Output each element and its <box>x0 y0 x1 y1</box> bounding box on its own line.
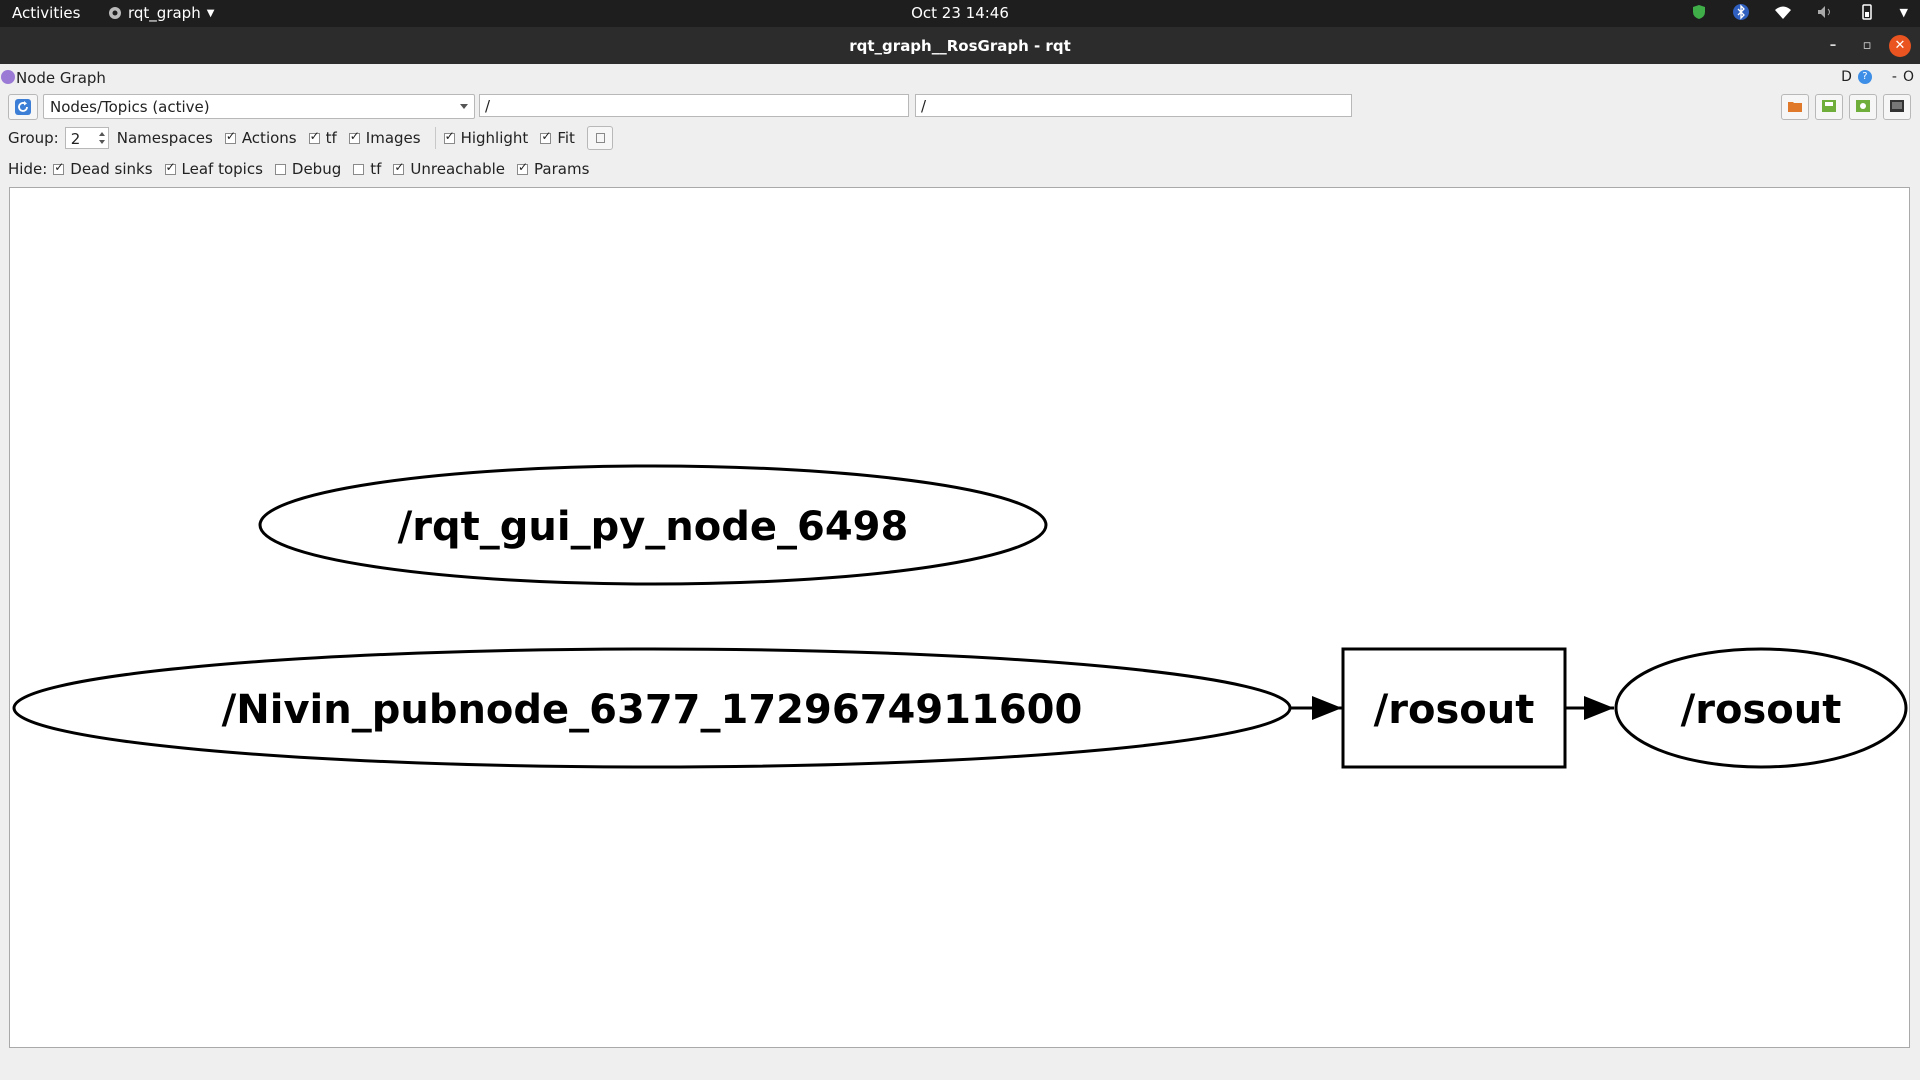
unreachable-checkbox[interactable]: Unreachable <box>393 160 505 178</box>
namespaces-checkbox[interactable]: Namespaces <box>117 129 213 147</box>
wifi-icon[interactable] <box>1774 3 1792 21</box>
hide-row: Hide: Dead sinks Leaf topics Debug tf Un… <box>8 157 1908 181</box>
plugin-icon <box>1 70 15 84</box>
system-tray[interactable]: ▼ <box>1690 3 1908 21</box>
chevron-down-icon: ▼ <box>206 7 215 19</box>
debug-label: Debug <box>291 160 342 178</box>
save-icon <box>1822 100 1836 112</box>
debug-checkbox[interactable]: Debug <box>274 160 342 178</box>
dock-button[interactable]: D <box>1841 69 1852 85</box>
minimize-plugin-button[interactable]: - <box>1892 69 1897 85</box>
leaf-topics-label: Leaf topics <box>181 160 263 178</box>
fit-checkbox[interactable]: Fit <box>540 129 575 147</box>
graph-canvas[interactable]: /rqt_gui_py_node_6498 /Nivin_pubnode_637… <box>9 187 1910 1048</box>
graph-toolbar: Nodes/Topics (active) <box>8 94 1912 120</box>
highlight-label: Highlight <box>460 129 529 147</box>
refresh-graph-button[interactable] <box>8 94 38 120</box>
checkbox-box[interactable] <box>517 160 528 175</box>
dead-sinks-label: Dead sinks <box>70 160 153 178</box>
checkbox-box[interactable] <box>353 163 365 175</box>
volume-muted-icon[interactable] <box>1816 3 1834 21</box>
bluetooth-icon[interactable] <box>1732 3 1750 21</box>
checkbox-box[interactable] <box>308 129 320 144</box>
leaf-topics-checkbox[interactable]: Leaf topics <box>164 160 263 178</box>
screenshot-icon <box>1890 100 1904 112</box>
refresh-icon <box>15 99 31 115</box>
dropdown-arrow-icon[interactable]: ▼ <box>1900 6 1908 19</box>
options-row: Group: 2 Namespaces Actions tf Images Hi… <box>8 126 1908 150</box>
save-dot-button[interactable] <box>1815 94 1843 120</box>
params-label: Params <box>534 160 590 178</box>
window-title-bar: rqt_graph__RosGraph - rqt – ▫ ✕ <box>0 27 1920 64</box>
node-label: /Nivin_pubnode_6377_1729674911600 <box>222 687 1083 733</box>
group-spinbox[interactable]: 2 <box>64 127 109 149</box>
plugin-header: Node Graph D ? - O <box>0 66 1920 90</box>
screenshot-button[interactable] <box>1883 94 1911 120</box>
graph-type-select[interactable]: Nodes/Topics (active) <box>43 94 475 119</box>
images-label: Images <box>365 129 421 147</box>
actions-checkbox[interactable]: Actions <box>224 129 297 147</box>
clock[interactable]: Oct 23 14:46 <box>911 4 1009 22</box>
namespaces-label: Namespaces <box>116 129 213 147</box>
tf-label: tf <box>325 129 337 147</box>
checkbox-box[interactable] <box>274 163 286 175</box>
checkbox-box[interactable] <box>540 129 551 144</box>
hide-label: Hide: <box>8 160 48 178</box>
topic-label: /rosout <box>1374 687 1535 733</box>
node-label: /rosout <box>1681 687 1842 733</box>
plugin-title: Node Graph <box>16 69 106 87</box>
spin-down-icon[interactable] <box>98 140 105 144</box>
unreachable-label: Unreachable <box>410 160 506 178</box>
separator <box>434 127 436 149</box>
app-menu-label: rqt_graph <box>128 4 201 22</box>
images-checkbox[interactable]: Images <box>348 129 421 147</box>
graph-topic-rosout[interactable]: /rosout <box>1341 647 1567 769</box>
system-top-bar: Activities rqt_graph ▼ Oct 23 14:46 ▼ <box>0 0 1920 27</box>
group-value: 2 <box>70 130 81 148</box>
hide-tf-checkbox[interactable]: tf <box>353 160 381 178</box>
help-icon[interactable]: ? <box>1857 70 1872 84</box>
node-label: /rqt_gui_py_node_6498 <box>398 504 909 550</box>
save-image-button[interactable] <box>1849 94 1877 120</box>
activities-button[interactable]: Activities <box>12 4 80 22</box>
minimize-window-button[interactable]: – <box>1822 35 1844 57</box>
app-menu[interactable]: rqt_graph ▼ <box>108 4 214 22</box>
graph-node-pubnode[interactable]: /Nivin_pubnode_6377_1729674911600 <box>12 647 1292 769</box>
checkbox-box[interactable] <box>53 160 64 175</box>
checkbox-box[interactable] <box>224 129 236 144</box>
graph-svg[interactable]: /rqt_gui_py_node_6498 /Nivin_pubnode_637… <box>10 188 1910 1048</box>
checkbox-box[interactable] <box>443 129 455 144</box>
close-plugin-button[interactable]: O <box>1903 69 1914 85</box>
load-dot-button[interactable] <box>1781 94 1809 120</box>
group-label: Group: <box>8 129 59 147</box>
highlight-checkbox[interactable]: Highlight <box>443 129 529 147</box>
fit-label: Fit <box>557 129 575 147</box>
chevron-down-icon <box>460 104 468 109</box>
image-save-icon <box>1856 100 1870 112</box>
checkbox-box[interactable] <box>348 129 360 144</box>
namespace-filter-input[interactable] <box>479 94 909 117</box>
close-window-button[interactable]: ✕ <box>1889 35 1911 57</box>
tf-checkbox[interactable]: tf <box>308 129 337 147</box>
hide-tf-label: tf <box>370 160 382 178</box>
checkbox-box[interactable] <box>393 160 404 175</box>
dead-sinks-checkbox[interactable]: Dead sinks <box>53 160 153 178</box>
shield-icon[interactable] <box>1690 3 1708 21</box>
app-icon <box>109 7 121 19</box>
graph-node-rosout[interactable]: /rosout <box>1614 647 1908 769</box>
actions-label: Actions <box>241 129 297 147</box>
checkbox-box[interactable] <box>164 160 176 175</box>
topic-filter-input[interactable] <box>915 94 1352 117</box>
fit-in-view-button[interactable] <box>586 126 613 150</box>
folder-icon <box>1788 102 1802 112</box>
restore-window-button[interactable]: ▫ <box>1856 35 1878 57</box>
params-checkbox[interactable]: Params <box>517 160 589 178</box>
graph-type-value: Nodes/Topics (active) <box>50 98 210 116</box>
spin-up-icon[interactable] <box>98 132 105 136</box>
graph-node-rqt-gui[interactable]: /rqt_gui_py_node_6498 <box>258 464 1048 586</box>
battery-icon[interactable] <box>1858 3 1876 21</box>
window-title: rqt_graph__RosGraph - rqt <box>849 37 1071 55</box>
